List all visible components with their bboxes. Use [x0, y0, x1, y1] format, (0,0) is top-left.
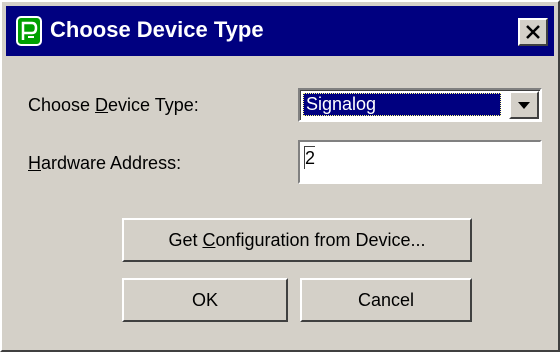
choose-device-type-dialog: Choose Device Type Choose Device Type: S… — [0, 0, 560, 352]
device-type-label: Choose Device Type: — [28, 95, 199, 115]
chevron-down-icon — [518, 102, 530, 109]
device-type-select[interactable]: Signalog — [298, 88, 542, 122]
title-bar[interactable]: Choose Device Type — [6, 6, 554, 56]
cancel-button[interactable]: Cancel — [300, 278, 472, 322]
window-title: Choose Device Type — [50, 17, 264, 42]
device-app-icon — [16, 16, 42, 46]
close-button[interactable] — [518, 18, 548, 46]
device-type-selected-value[interactable]: Signalog — [303, 93, 501, 116]
hardware-address-label: Hardware Address: — [28, 153, 182, 173]
hardware-address-field[interactable]: 2 — [298, 140, 542, 184]
get-configuration-button[interactable]: Get Configuration from Device... — [122, 218, 472, 262]
device-type-dropdown-button[interactable] — [509, 91, 539, 119]
hardware-address-value: 2 — [304, 146, 316, 169]
ok-button[interactable]: OK — [122, 278, 288, 322]
close-x-icon — [526, 25, 540, 39]
